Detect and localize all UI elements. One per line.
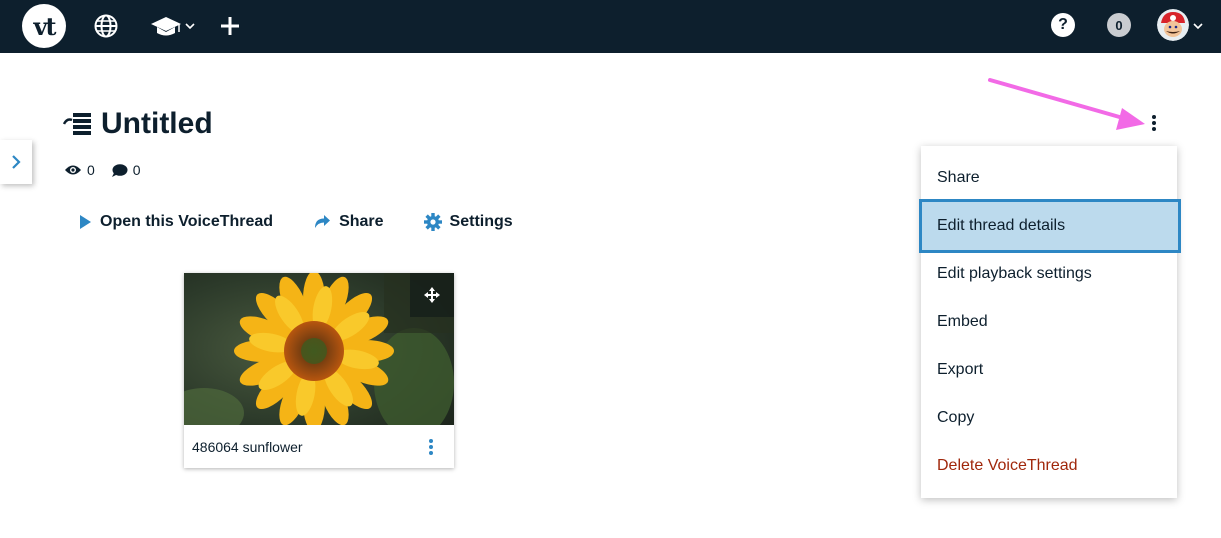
thread-stats: 0 0 [64, 162, 157, 178]
menu-item-edit-thread-details[interactable]: Edit thread details [919, 199, 1181, 253]
kebab-icon [429, 439, 433, 455]
menu-item-embed[interactable]: Embed [921, 298, 1177, 346]
menu-item-export[interactable]: Export [921, 346, 1177, 394]
share-label: Share [339, 213, 384, 230]
slide-title: 486064 sunflower [192, 439, 303, 455]
slide-card[interactable]: 486064 sunflower [184, 273, 454, 468]
logo-text: vt [33, 11, 56, 41]
settings-button[interactable]: Settings [423, 213, 513, 231]
thread-options-button[interactable] [1144, 110, 1164, 136]
menu-item-edit-playback-settings[interactable]: Edit playback settings [921, 250, 1177, 298]
share-arrow-icon [315, 215, 331, 228]
plus-icon [221, 17, 239, 35]
comments-value: 0 [132, 162, 141, 178]
sunflower-thumbnail[interactable] [184, 273, 454, 425]
top-navigation-bar: vt ? 0 [0, 0, 1221, 53]
comments-count: 0 [111, 162, 141, 178]
views-count: 0 [64, 162, 95, 178]
settings-label: Settings [449, 213, 513, 230]
courses-menu-button[interactable] [148, 9, 198, 43]
voicethread-stack-icon [63, 113, 91, 135]
play-icon [80, 215, 91, 229]
chevron-down-icon [185, 23, 195, 30]
thread-actions: Open this VoiceThread Share Settings [78, 213, 553, 231]
graduation-cap-icon [151, 17, 181, 36]
menu-item-share[interactable]: Share [921, 154, 1177, 202]
kebab-icon [1152, 115, 1156, 131]
gear-icon [423, 213, 442, 231]
chevron-right-icon [12, 155, 21, 169]
create-plus-button[interactable] [218, 9, 242, 43]
voicethread-logo[interactable]: vt [22, 4, 66, 48]
avatar[interactable] [1157, 9, 1189, 41]
sidebar-expand-button[interactable] [0, 140, 32, 184]
share-button[interactable]: Share [313, 213, 384, 231]
open-voicethread-label: Open this VoiceThread [100, 213, 274, 230]
views-value: 0 [87, 162, 95, 178]
move-handle-icon[interactable] [410, 273, 454, 317]
eye-icon [65, 165, 81, 175]
account-menu-chevron-icon[interactable] [1191, 9, 1205, 43]
comment-bubble-icon [111, 163, 128, 177]
globe-icon[interactable] [92, 9, 120, 43]
notification-badge[interactable]: 0 [1107, 13, 1131, 37]
thread-options-menu: Share Edit thread details Edit playback … [919, 146, 1181, 498]
slide-options-button[interactable] [424, 437, 438, 457]
help-button[interactable]: ? [1051, 13, 1075, 37]
open-voicethread-button[interactable]: Open this VoiceThread [78, 213, 273, 231]
page-title: Untitled [101, 107, 213, 140]
thread-title-row: Untitled [63, 104, 213, 144]
menu-item-copy[interactable]: Copy [921, 394, 1177, 442]
menu-item-delete-voicethread[interactable]: Delete VoiceThread [921, 442, 1177, 490]
